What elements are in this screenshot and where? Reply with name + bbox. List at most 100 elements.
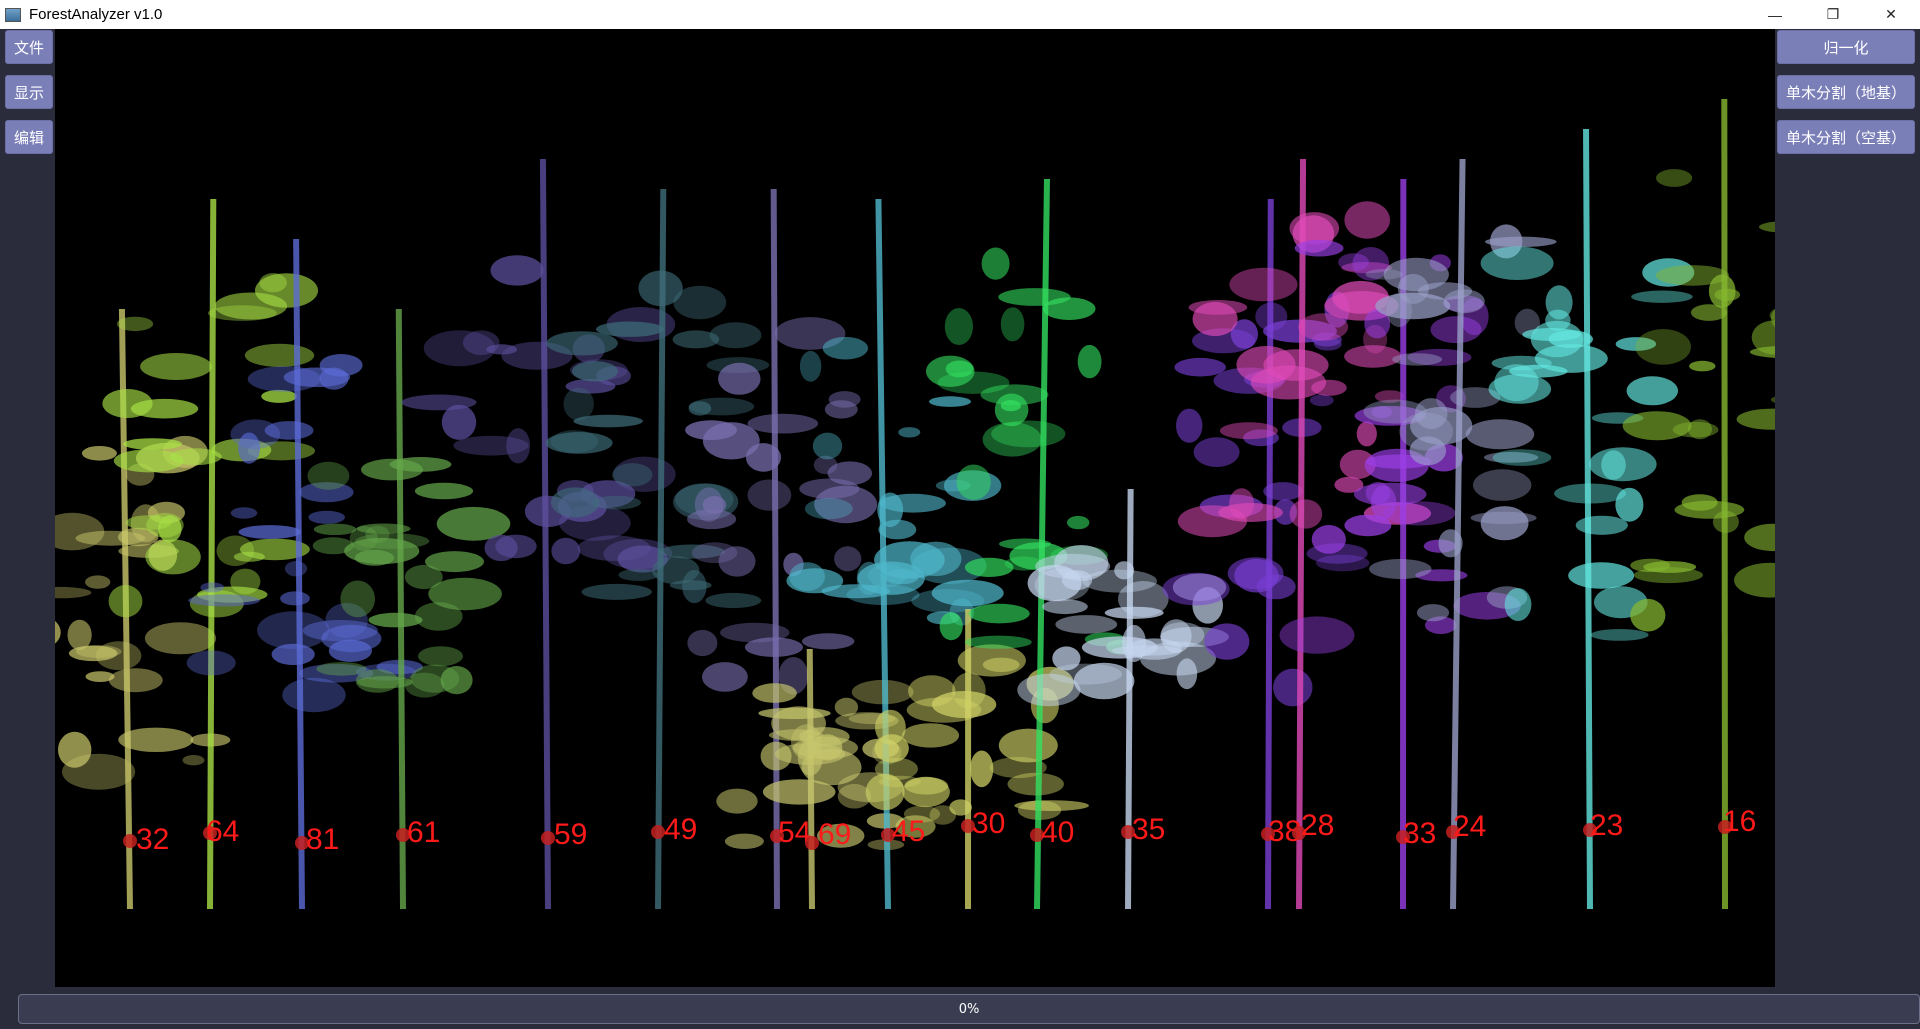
foliage-cluster [188,594,261,607]
tree-base-marker[interactable] [541,831,555,845]
foliage-cluster [875,709,906,745]
foliage-cluster [752,683,797,703]
foliage-cluster [994,393,1029,427]
foliage-cluster [747,479,792,511]
close-button[interactable]: ✕ [1862,0,1920,29]
foliage-cluster [316,662,367,676]
foliage-cluster [283,367,351,388]
tree-base-marker[interactable] [651,825,665,839]
foliage-cluster [687,629,718,657]
foliage-cluster [307,461,350,490]
foliage-cluster [702,662,748,692]
foliage-cluster [1315,554,1370,572]
foliage-cluster [1229,488,1255,520]
point-cloud-canvas[interactable]: 32 64 81 61 59 49 54 69 45 30 40 35 38 28 33 24 23 16 [55,29,1775,987]
foliage-cluster [612,463,653,487]
tree-id-label: 64 [206,815,239,848]
foliage-cluster [1548,330,1593,348]
segment-ground-button[interactable]: 单木分割（地基） [1777,75,1915,109]
foliage-cluster [401,394,477,411]
foliage-cluster [874,757,919,781]
foliage-cluster [545,432,613,454]
maximize-button[interactable]: ❐ [1804,0,1862,29]
foliage-cluster [720,622,790,643]
window-title: ForestAnalyzer v1.0 [29,6,163,23]
foliage-cluster [264,421,314,440]
foliage-cluster [1568,562,1635,589]
edit-menu-button[interactable]: 编辑 [5,120,53,154]
foliage-cluster [1438,529,1463,558]
foliage-cluster [804,498,853,520]
foliage-cluster [709,322,762,349]
file-menu-button[interactable]: 文件 [5,30,53,64]
foliage-cluster [799,350,822,382]
foliage-cluster [964,557,1014,578]
foliage-cluster [340,580,376,618]
foliage-cluster [546,331,618,356]
foliage-cluster [551,537,581,565]
tree-base-marker[interactable] [805,836,819,850]
foliage-cluster [1122,624,1147,663]
foliage-cluster [354,549,395,566]
foliage-cluster [1386,293,1412,328]
foliage-cluster [652,556,700,585]
foliage-cluster [1631,290,1693,303]
tree-id-label: 61 [407,816,440,849]
tree-base-marker[interactable] [123,834,137,848]
foliage-cluster [1192,301,1238,337]
foliage-cluster [1176,408,1203,443]
foliage-cluster [1017,673,1081,707]
foliage-cluster [1219,422,1278,440]
foliage-cluster [1055,615,1118,634]
foliage-cluster [81,446,117,461]
foliage-cluster [1263,482,1303,501]
foliage-cluster [1000,307,1025,342]
foliage-cluster [939,612,963,641]
foliage-cluster [418,646,463,667]
foliage-cluster [1656,169,1693,187]
normalize-button[interactable]: 归一化 [1777,30,1915,64]
tree-id-label: 45 [892,815,925,848]
foliage-cluster [812,432,843,460]
foliage-cluster [62,753,136,790]
foliage-cluster [108,585,143,618]
foliage-cluster [1014,800,1089,811]
foliage-cluster [238,525,302,539]
foliage-cluster [123,438,182,450]
minimize-button[interactable]: — [1746,0,1804,29]
foliage-cluster [328,639,372,662]
foliage-cluster [1545,285,1573,320]
segment-air-button[interactable]: 单木分割（空基） [1777,120,1915,154]
foliage-cluster [1229,267,1298,302]
foliage-cluster [244,343,315,367]
foliage-cluster [834,697,859,717]
foliage-cluster [1279,616,1355,654]
display-menu-button[interactable]: 显示 [5,75,53,109]
foliage-cluster [118,727,194,752]
foliage-cluster [1077,344,1102,379]
tree-id-label: 69 [818,818,851,851]
foliage-cluster [1356,421,1377,447]
foliage-cluster [495,534,537,559]
tree-id-label: 40 [1041,816,1074,849]
foliage-cluster [1554,483,1627,504]
foliage-cluster [937,371,1010,394]
foliage-cluster [1504,588,1532,621]
foliage-cluster [551,487,600,518]
foliage-cluster [108,668,163,693]
foliage-cluster [1672,421,1719,438]
foliage-cluster [1712,510,1739,533]
foliage-cluster [956,464,991,500]
foliage-cluster [802,633,855,650]
foliage-cluster [758,707,831,719]
foliage-cluster [1633,567,1703,584]
foliage-cluster [1289,499,1323,529]
foliage-cluster [67,619,92,651]
foliage-cluster [1443,289,1485,314]
foliage-cluster [929,396,971,407]
foliage-cluster [368,612,423,628]
point-cloud-viewport[interactable]: 32 64 81 61 59 49 54 69 45 30 40 35 38 28 33 24 23 16 [55,29,1775,987]
foliage-cluster [140,353,212,380]
foliage-cluster [1590,629,1649,641]
tree-81 [186,238,424,910]
